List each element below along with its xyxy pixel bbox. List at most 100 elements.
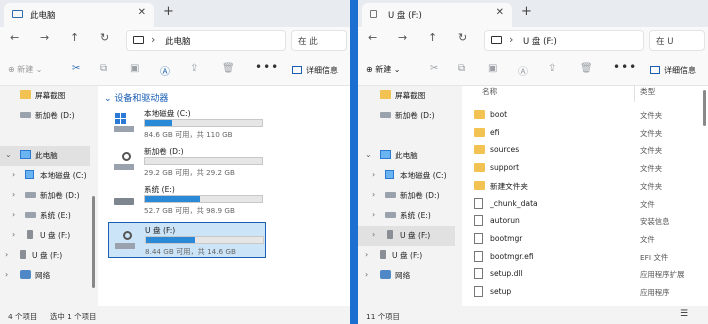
sidebar-item-drive-d[interactable]: 新加卷 (D:) [358,106,455,126]
search-input[interactable]: 在 U [649,30,705,51]
sidebar-item-usb-f-2[interactable]: › U 盘 (F:) [358,246,455,266]
chevron-right-icon[interactable]: › [365,270,368,279]
chevron-right-icon[interactable]: › [12,170,15,179]
sidebar-item-usb-f[interactable]: › U 盘 (F:) [358,226,455,246]
breadcrumb[interactable]: 此电脑 [165,35,191,47]
address-bar[interactable]: › 此电脑 [126,30,286,51]
refresh-icon[interactable]: ↻ [100,31,109,44]
details-button[interactable]: 详细信息 [650,65,696,76]
new-button[interactable]: ⊕ 新建 ⌄ [366,64,401,75]
sidebar-item-screenshots[interactable]: 屏幕截图 [0,86,90,106]
file-row[interactable]: sources 文件夹 [462,141,708,159]
file-row[interactable]: boot 文件夹 [462,106,708,124]
tab-usb-f[interactable]: U 盘 (F:) ✕ [362,3,512,27]
refresh-icon[interactable]: ↻ [458,31,467,44]
scrollbar[interactable] [92,196,95,288]
column-divider[interactable] [634,86,635,102]
drive-tile-e[interactable]: 系统 (E:) 52.7 GB 可用，共 98.9 GB [108,182,266,218]
more-options-button[interactable]: ••• [613,60,637,74]
sidebar-item-drive-c[interactable]: › 本地磁盘 (C:) [0,166,90,186]
chevron-right-icon[interactable]: › [12,210,15,219]
up-arrow-icon[interactable]: ↑ [70,31,79,44]
file-row[interactable]: bootmgr 文件 [462,230,708,248]
chevron-right-icon[interactable]: › [372,190,375,199]
column-header-name[interactable]: 名称 [482,86,497,102]
sidebar-item-screenshots[interactable]: 屏幕截图 [358,86,455,106]
navigation-pane: 屏幕截图 新加卷 (D:) ⌄ 此电脑 › 本地磁盘 (C:) › 新加卷 (D… [0,86,90,306]
share-icon[interactable]: ⇪ [190,63,198,74]
chevron-down-icon[interactable]: ⌄ [365,150,372,159]
up-arrow-icon[interactable]: ↑ [428,31,437,44]
file-row[interactable]: _chunk_data 文件 [462,195,708,213]
tab-this-pc[interactable]: 此电脑 ✕ [4,3,154,27]
details-button[interactable]: 详细信息 [292,65,338,76]
drive-tile-d[interactable]: 新加卷 (D:) 29.2 GB 可用，共 29.2 GB [108,144,266,180]
chevron-right-icon[interactable]: › [372,230,375,239]
sidebar-item-drive-d-2[interactable]: › 新加卷 (D:) [0,186,90,206]
breadcrumb[interactable]: U 盘 (F:) [523,35,557,47]
network-icon [20,270,31,279]
chevron-right-icon[interactable]: › [5,270,8,279]
sidebar-item-drive-d[interactable]: 新加卷 (D:) [0,106,90,126]
new-tab-button[interactable]: + [521,4,532,19]
more-options-button[interactable]: ••• [255,60,279,74]
drive-icon [25,192,36,198]
paste-icon[interactable]: ▣ [488,63,497,74]
rename-icon[interactable]: Ⓐ [160,63,170,78]
file-row[interactable]: autorun 安装信息 [462,212,708,230]
share-icon[interactable]: ⇪ [548,63,556,74]
file-icon [474,250,483,262]
address-bar[interactable]: › U 盘 (F:) [484,30,644,51]
forward-arrow-icon[interactable]: → [398,31,407,44]
chevron-right-icon[interactable]: › [5,250,8,259]
search-input[interactable]: 在 此 [291,30,347,51]
column-header-type[interactable]: 类型 [640,86,655,102]
sidebar-item-this-pc[interactable]: ⌄ 此电脑 [358,146,455,166]
delete-icon[interactable]: 🗑 [222,63,235,74]
sidebar-item-this-pc[interactable]: ⌄ 此电脑 [0,146,90,166]
close-tab-icon[interactable]: ✕ [138,7,146,18]
copy-icon[interactable]: ⧉ [458,63,465,74]
chevron-right-icon[interactable]: › [151,33,155,46]
cut-icon[interactable]: ✂ [72,63,80,74]
delete-icon[interactable]: 🗑 [580,63,593,74]
back-arrow-icon[interactable]: ← [10,31,19,44]
file-row[interactable]: 新建文件夹 文件夹 [462,177,708,195]
new-button[interactable]: ⊕ 新建 ⌄ [8,64,43,75]
chevron-right-icon[interactable]: › [12,230,15,239]
chevron-right-icon[interactable]: › [509,33,513,46]
sidebar-item-network[interactable]: › 网络 [0,266,90,286]
file-row[interactable]: efi 文件夹 [462,124,708,142]
sidebar-item-network[interactable]: › 网络 [358,266,455,286]
navigation-bar: ← → ↑ ↻ › 此电脑 在 此 [0,27,350,54]
chevron-right-icon[interactable]: › [365,250,368,259]
chevron-right-icon[interactable]: › [372,170,375,179]
file-icon [474,215,483,227]
back-arrow-icon[interactable]: ← [368,31,377,44]
cut-icon[interactable]: ✂ [430,63,438,74]
sidebar-item-drive-e[interactable]: › 系统 (E:) [358,206,455,226]
file-row[interactable]: support 文件夹 [462,159,708,177]
close-tab-icon[interactable]: ✕ [496,7,504,18]
sidebar-item-drive-d-2[interactable]: › 新加卷 (D:) [358,186,455,206]
forward-arrow-icon[interactable]: → [40,31,49,44]
copy-icon[interactable]: ⧉ [100,63,107,74]
sidebar-item-drive-c[interactable]: › 本地磁盘 (C:) [358,166,455,186]
sidebar-item-usb-f[interactable]: › U 盘 (F:) [0,226,90,246]
chevron-right-icon[interactable]: › [12,190,15,199]
scrollbar[interactable] [703,90,706,126]
drive-tile-f[interactable]: U 盘 (F:) 8.44 GB 可用，共 14.6 GB [108,222,266,258]
new-tab-button[interactable]: + [163,4,174,19]
file-row[interactable]: setup 应用程序 [462,283,708,301]
paste-icon[interactable]: ▣ [130,63,139,74]
sidebar-item-usb-f-2[interactable]: › U 盘 (F:) [0,246,90,266]
chevron-down-icon[interactable]: ⌄ [5,150,12,159]
rename-icon[interactable]: Ⓐ [518,63,528,78]
drive-tile-c[interactable]: 本地磁盘 (C:) 84.6 GB 可用，共 110 GB [108,106,266,142]
file-row[interactable]: setup.dll 应用程序扩展 [462,265,708,283]
chevron-right-icon[interactable]: › [372,210,375,219]
group-header-devices[interactable]: ⌄ 设备和驱动器 [104,91,168,104]
file-row[interactable]: bootmgr.efi EFI 文件 [462,248,708,266]
sidebar-item-drive-e[interactable]: › 系统 (E:) [0,206,90,226]
details-view-icon[interactable]: ☰ [680,309,688,319]
